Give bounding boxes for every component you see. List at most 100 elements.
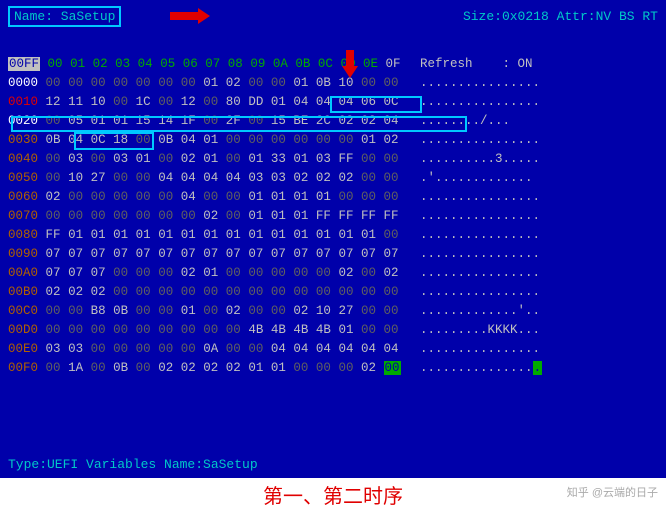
hex-byte: 01 bbox=[361, 228, 376, 242]
offset-corner: 00FF bbox=[8, 57, 40, 71]
col-header: 0B bbox=[295, 57, 310, 71]
hex-byte: 01 bbox=[293, 228, 308, 242]
hex-byte: 00 bbox=[181, 285, 196, 299]
hex-byte: 00 bbox=[248, 114, 263, 128]
hex-byte: 00 bbox=[91, 209, 106, 223]
hex-byte: 00 bbox=[136, 266, 151, 280]
hex-byte: 03 bbox=[68, 342, 83, 356]
hex-byte: 00 bbox=[136, 209, 151, 223]
hex-byte: FF bbox=[316, 209, 331, 223]
hex-byte: 00 bbox=[361, 152, 376, 166]
hex-byte: 00 bbox=[113, 190, 128, 204]
row-offset: 0060 bbox=[8, 190, 38, 204]
row-offset: 00D0 bbox=[8, 323, 38, 337]
ascii-column: Refresh : ON............................… bbox=[420, 55, 542, 378]
hex-byte: 01 bbox=[271, 361, 286, 375]
ascii-row: ................ bbox=[420, 264, 542, 283]
hex-byte: 00 bbox=[361, 76, 376, 90]
hex-byte: 00 bbox=[384, 171, 399, 185]
hex-byte: 00 bbox=[46, 171, 61, 185]
hex-byte: 02 bbox=[46, 190, 61, 204]
hex-byte: 01 bbox=[248, 361, 263, 375]
hex-byte: 00 bbox=[271, 266, 286, 280]
hex-byte: 4B bbox=[316, 323, 331, 337]
hex-byte: 07 bbox=[68, 247, 83, 261]
hex-byte: 00 bbox=[293, 266, 308, 280]
hex-byte: 04 bbox=[293, 95, 308, 109]
hex-byte: 00 bbox=[226, 133, 241, 147]
terminal-screen: Name: SaSetup Size:0x0218 Attr:NV BS RT … bbox=[0, 0, 666, 478]
hex-byte: BE bbox=[293, 114, 308, 128]
col-header: 02 bbox=[93, 57, 108, 71]
ascii-row: .............'.. bbox=[420, 302, 542, 321]
hex-byte: 00 bbox=[136, 285, 151, 299]
hex-byte: 00 bbox=[136, 342, 151, 356]
ascii-row: .........KKKK... bbox=[420, 321, 542, 340]
hex-byte: 00 bbox=[136, 171, 151, 185]
hex-table: 00FF 00 01 02 03 04 05 06 07 08 09 0A 0B… bbox=[8, 55, 408, 378]
variable-name: Name: SaSetup bbox=[8, 6, 121, 27]
hex-byte: 07 bbox=[91, 266, 106, 280]
hex-byte: 00 bbox=[181, 323, 196, 337]
hex-byte: 07 bbox=[181, 247, 196, 261]
hex-byte: 00 bbox=[316, 266, 331, 280]
hex-byte: 01 bbox=[181, 228, 196, 242]
hex-byte: FF bbox=[361, 209, 376, 223]
hex-byte: 01 bbox=[113, 228, 128, 242]
hex-byte: 04 bbox=[181, 171, 196, 185]
hex-byte: 00 bbox=[361, 285, 376, 299]
hex-byte: 00 bbox=[46, 304, 61, 318]
hex-byte: 04 bbox=[226, 171, 241, 185]
hex-byte: 02 bbox=[361, 114, 376, 128]
col-header: 09 bbox=[250, 57, 265, 71]
hex-byte: 00 bbox=[361, 171, 376, 185]
hex-byte: 00 bbox=[91, 190, 106, 204]
hex-byte: 1C bbox=[136, 95, 151, 109]
hex-byte: 04 bbox=[338, 342, 353, 356]
hex-byte: 00 bbox=[113, 342, 128, 356]
hex-byte: 0B bbox=[46, 133, 61, 147]
row-offset: 0010 bbox=[8, 95, 38, 109]
hex-byte: FF bbox=[338, 152, 353, 166]
row-offset: 0040 bbox=[8, 152, 38, 166]
hex-byte: 01 bbox=[248, 190, 263, 204]
row-offset: 00C0 bbox=[8, 304, 38, 318]
hex-byte: DD bbox=[248, 95, 263, 109]
hex-byte: 1A bbox=[68, 361, 83, 375]
hex-byte: 0C bbox=[91, 133, 106, 147]
row-offset: 00F0 bbox=[8, 361, 38, 375]
hex-byte: 02 bbox=[384, 266, 399, 280]
hex-byte: 01 bbox=[271, 209, 286, 223]
hex-byte: 00 bbox=[384, 323, 399, 337]
hex-byte: 00 bbox=[248, 342, 263, 356]
hex-byte: 0A bbox=[203, 342, 218, 356]
hex-byte: 01 bbox=[271, 190, 286, 204]
hex-byte: 10 bbox=[91, 95, 106, 109]
hex-byte: 00 bbox=[384, 285, 399, 299]
hex-byte: 00 bbox=[203, 95, 218, 109]
hex-byte: FF bbox=[46, 228, 61, 242]
hex-byte: 00 bbox=[226, 342, 241, 356]
hex-byte: 15 bbox=[136, 114, 151, 128]
col-header: 0A bbox=[273, 57, 288, 71]
hex-byte: 00 bbox=[46, 152, 61, 166]
hex-byte: 02 bbox=[226, 361, 241, 375]
hex-byte: 4B bbox=[293, 323, 308, 337]
hex-byte: 11 bbox=[68, 95, 83, 109]
row-offset: 0090 bbox=[8, 247, 38, 261]
caption: 第一、第二时序 知乎 @云端的日子 bbox=[0, 478, 666, 509]
hex-byte: 02 bbox=[203, 209, 218, 223]
hex-byte: 01 bbox=[316, 190, 331, 204]
hex-byte: 02 bbox=[338, 171, 353, 185]
hex-byte-cursor[interactable]: 00 bbox=[384, 361, 401, 375]
hex-byte: 04 bbox=[338, 95, 353, 109]
hex-byte: 4B bbox=[271, 323, 286, 337]
hex-byte: 00 bbox=[113, 323, 128, 337]
ascii-row: .'............. bbox=[420, 169, 542, 188]
hex-byte: 01 bbox=[338, 228, 353, 242]
watermark: 知乎 @云端的日子 bbox=[567, 484, 658, 500]
hex-byte: 02 bbox=[226, 76, 241, 90]
hex-byte: 01 bbox=[248, 228, 263, 242]
hex-byte: 01 bbox=[271, 228, 286, 242]
hex-byte: 03 bbox=[271, 171, 286, 185]
